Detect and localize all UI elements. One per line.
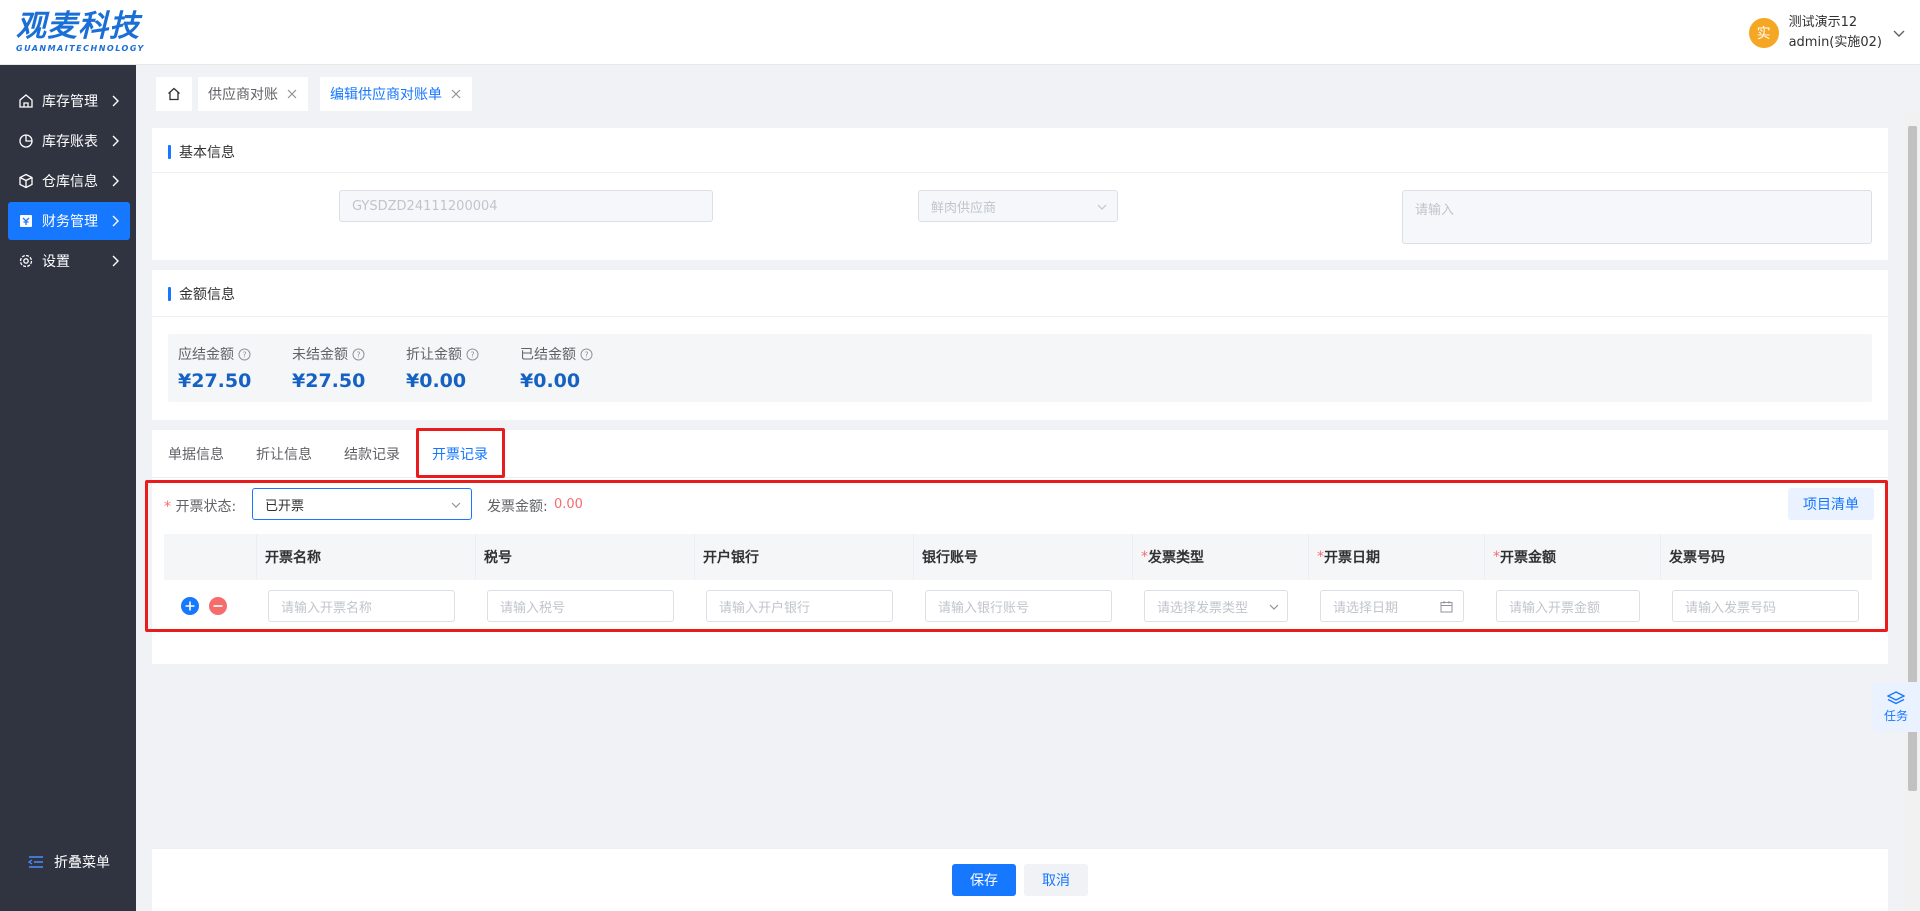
chevron-right-icon <box>112 95 119 107</box>
highlight-box-invoice <box>145 480 1888 632</box>
save-button[interactable]: 保存 <box>952 864 1016 896</box>
warehouse-icon <box>19 94 33 108</box>
chevron-right-icon <box>112 175 119 187</box>
sidebar-item-label: 设置 <box>42 254 70 270</box>
divider <box>152 316 1888 317</box>
tab-label: 编辑供应商对账单 <box>330 87 442 103</box>
section-title-amount: 金额信息 <box>168 284 235 304</box>
chevron-down-icon[interactable] <box>1892 26 1906 40</box>
question-icon[interactable]: ? <box>238 348 251 361</box>
sidebar-item-inventory[interactable]: 库存管理 <box>8 82 130 120</box>
divider <box>152 172 1888 173</box>
user-info: 测试演示12 admin(实施02) <box>1789 13 1882 53</box>
sidebar-item-label: 仓库信息 <box>42 174 98 190</box>
supplier-select[interactable]: 鲜肉供应商 <box>918 190 1118 222</box>
user-account: admin(实施02) <box>1788 35 1882 50</box>
svg-text:?: ? <box>242 350 246 359</box>
question-icon[interactable]: ? <box>352 348 365 361</box>
tab-supplier-reconciliation[interactable]: 供应商对账 <box>198 77 308 111</box>
task-float-button[interactable]: 任务 <box>1872 682 1920 732</box>
layers-icon <box>1887 690 1905 704</box>
collapse-menu-button[interactable]: 折叠菜单 <box>28 852 110 872</box>
close-icon[interactable] <box>286 88 298 100</box>
subtab-discount-info[interactable]: 折让信息 <box>256 444 312 464</box>
supplier-value: 鲜肉供应商 <box>931 200 997 216</box>
brand-subtitle: GUANMAITECHNOLOGY <box>16 44 145 53</box>
brand-logo[interactable]: 观麦科技 GUANMAITECHNOLOGY <box>16 10 146 54</box>
amount-value: ¥27.50 <box>178 370 252 392</box>
form-footer: 保存 取消 <box>152 848 1888 911</box>
question-icon[interactable]: ? <box>580 348 593 361</box>
svg-text:?: ? <box>584 350 588 359</box>
doc-no-field[interactable]: GYSDZD24111200004 <box>339 190 713 222</box>
svg-text:?: ? <box>356 350 360 359</box>
amount-payable: 应结金额? ¥27.50 <box>178 344 251 392</box>
close-icon[interactable] <box>450 88 462 100</box>
amount-label: 折让金额 <box>406 347 462 363</box>
chevron-right-icon <box>112 215 119 227</box>
amount-label: 应结金额 <box>178 347 234 363</box>
amount-discount: 折让金额? ¥0.00 <box>406 344 479 392</box>
user-tenant: 测试演示12 <box>1788 15 1858 30</box>
sidebar-item-settings[interactable]: 设置 <box>8 242 130 280</box>
pie-chart-icon <box>19 134 33 148</box>
question-icon[interactable]: ? <box>466 348 479 361</box>
task-label: 任务 <box>1883 708 1908 723</box>
amount-label: 已结金额 <box>520 347 576 363</box>
box-icon <box>19 173 33 189</box>
avatar[interactable]: 实 <box>1748 18 1779 48</box>
chevron-down-icon <box>1097 204 1107 210</box>
brand-name: 观麦科技 <box>16 9 140 44</box>
sidebar-item-warehouse[interactable]: 仓库信息 <box>8 162 130 200</box>
sidebar: 库存管理 库存账表 仓库信息 财务管理 设置 折叠菜单 <box>0 65 136 911</box>
subtab-document-info[interactable]: 单据信息 <box>168 444 224 464</box>
tab-label: 供应商对账 <box>208 87 278 103</box>
user-menu[interactable]: 实 测试演示12 admin(实施02) <box>1748 12 1906 54</box>
home-tab[interactable] <box>156 77 192 111</box>
collapse-menu-label: 折叠菜单 <box>54 855 110 871</box>
collapse-menu-icon <box>28 856 43 868</box>
amount-summary: 应结金额? ¥27.50 未结金额? ¥27.50 折让金额? ¥0.00 已结… <box>168 334 1872 402</box>
section-title-basic: 基本信息 <box>168 142 235 162</box>
home-icon <box>168 87 180 101</box>
amount-unsettled: 未结金额? ¥27.50 <box>292 344 365 392</box>
highlight-box-tab <box>416 428 505 478</box>
divider <box>152 477 1888 478</box>
amount-settled: 已结金额? ¥0.00 <box>520 344 593 392</box>
amount-info-card: 金额信息 应结金额? ¥27.50 未结金额? ¥27.50 折让金额? ¥0.… <box>152 270 1888 420</box>
finance-icon <box>20 215 32 227</box>
remark-textarea[interactable]: 请输入 <box>1402 190 1872 244</box>
amount-value: ¥0.00 <box>406 370 467 392</box>
sidebar-item-finance[interactable]: 财务管理 <box>8 202 130 240</box>
sidebar-item-stock-report[interactable]: 库存账表 <box>8 122 130 160</box>
page-tabs-bar: 供应商对账 编辑供应商对账单 <box>136 65 1920 112</box>
gear-icon <box>19 254 33 268</box>
subtab-payment-record[interactable]: 结款记录 <box>344 444 400 464</box>
tab-edit-supplier-statement[interactable]: 编辑供应商对账单 <box>320 77 472 111</box>
scrollbar[interactable] <box>1905 112 1920 911</box>
svg-text:?: ? <box>470 350 474 359</box>
sidebar-item-label: 库存管理 <box>42 94 98 110</box>
amount-value: ¥27.50 <box>292 370 366 392</box>
cancel-button[interactable]: 取消 <box>1024 864 1088 896</box>
amount-label: 未结金额 <box>292 347 348 363</box>
chevron-right-icon <box>112 135 119 147</box>
top-header: 观麦科技 GUANMAITECHNOLOGY 实 测试演示12 admin(实施… <box>0 0 1920 65</box>
sidebar-item-label: 财务管理 <box>42 214 98 230</box>
basic-info-card: 基本信息 单据编号: GYSDZD24111200004 供应商: 鲜肉供应商 … <box>152 128 1888 260</box>
sidebar-item-label: 库存账表 <box>42 134 98 150</box>
chevron-right-icon <box>112 255 119 267</box>
amount-value: ¥0.00 <box>520 370 581 392</box>
